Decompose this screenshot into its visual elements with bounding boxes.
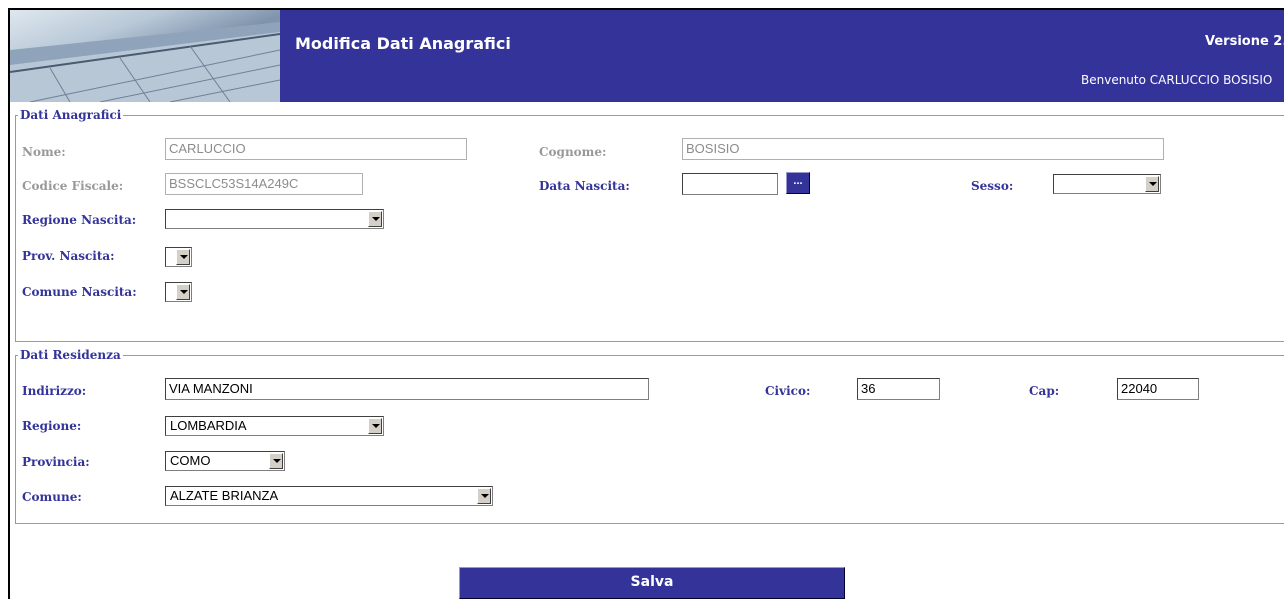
sesso-label: Sesso:	[971, 179, 1014, 193]
civico-input[interactable]: 36	[857, 378, 940, 400]
prov-nascita-label: Prov. Nascita:	[22, 249, 115, 263]
codice-fiscale-input[interactable]: BSSCLC53S14A249C	[165, 173, 363, 195]
codice-fiscale-label: Codice Fiscale:	[22, 179, 124, 193]
welcome-message: Benvenuto CARLUCCIO BOSISIO	[1081, 73, 1273, 87]
regione-select-value: LOMBARDIA	[170, 418, 247, 433]
calendar-button[interactable]: ...	[786, 172, 810, 194]
civico-label: Civico:	[765, 384, 811, 398]
header-bar: Modifica Dati Anagrafici Versione 2.0 Be…	[10, 10, 1284, 102]
chevron-down-icon[interactable]	[368, 211, 382, 227]
indirizzo-input[interactable]: VIA MANZONI	[165, 378, 649, 400]
regione-label: Regione:	[22, 419, 82, 433]
version-label: Versione 2.0	[1205, 34, 1284, 49]
dati-residenza-legend: Dati Residenza	[20, 348, 121, 362]
provincia-label: Provincia:	[22, 455, 90, 469]
data-nascita-label: Data Nascita:	[539, 179, 630, 193]
chevron-down-icon[interactable]	[176, 249, 190, 265]
regione-select[interactable]: LOMBARDIA	[165, 416, 384, 436]
chevron-down-icon[interactable]	[1145, 176, 1159, 192]
cap-label: Cap:	[1029, 384, 1060, 398]
comune-nascita-select[interactable]	[165, 282, 192, 302]
regione-nascita-label: Regione Nascita:	[22, 213, 137, 227]
provincia-select[interactable]: COMO	[165, 451, 285, 471]
prov-nascita-select[interactable]	[165, 247, 192, 267]
comune-label: Comune:	[22, 490, 82, 504]
page-title: Modifica Dati Anagrafici	[295, 34, 511, 53]
solar-panel-banner-image	[10, 10, 280, 102]
chevron-down-icon[interactable]	[477, 488, 491, 504]
chevron-down-icon[interactable]	[269, 453, 283, 469]
sesso-select[interactable]	[1053, 174, 1161, 194]
cap-input[interactable]: 22040	[1117, 378, 1199, 400]
provincia-select-value: COMO	[170, 453, 211, 468]
comune-select-value: ALZATE BRIANZA	[170, 488, 279, 503]
save-button[interactable]: Salva	[459, 567, 845, 599]
indirizzo-label: Indirizzo:	[22, 384, 87, 398]
comune-select[interactable]: ALZATE BRIANZA	[165, 486, 493, 506]
cognome-input[interactable]: BOSISIO	[682, 138, 1164, 160]
cognome-label: Cognome:	[539, 145, 607, 159]
data-nascita-input[interactable]	[682, 173, 778, 195]
nome-label: Nome:	[22, 145, 66, 159]
chevron-down-icon[interactable]	[368, 418, 382, 434]
dati-anagrafici-legend: Dati Anagrafici	[20, 108, 122, 122]
nome-input[interactable]: CARLUCCIO	[165, 138, 467, 160]
regione-nascita-select[interactable]	[165, 209, 384, 229]
chevron-down-icon[interactable]	[176, 284, 190, 300]
comune-nascita-label: Comune Nascita:	[22, 285, 137, 299]
